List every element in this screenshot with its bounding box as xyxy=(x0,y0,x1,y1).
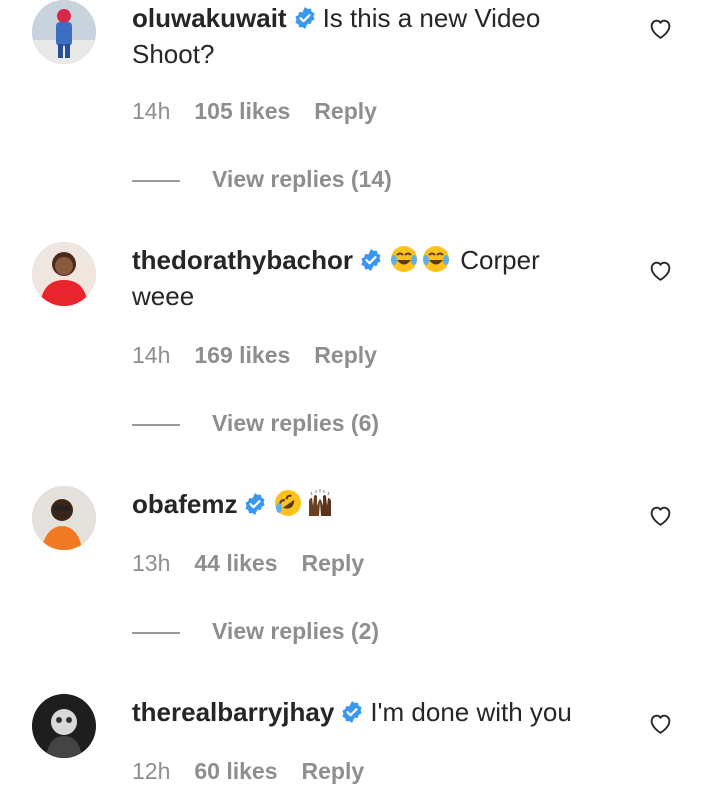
avatar[interactable] xyxy=(32,242,96,306)
username-link[interactable]: obafemz xyxy=(132,489,237,519)
comment-body: oluwakuwait Is this a new Video Shoot? xyxy=(132,0,602,72)
reply-button[interactable]: Reply xyxy=(302,550,365,576)
reply-button[interactable]: Reply xyxy=(314,342,377,368)
likes-count[interactable]: 60 likes xyxy=(194,758,277,784)
verified-badge-icon xyxy=(294,7,315,29)
view-replies-label: View replies (14) xyxy=(212,166,392,192)
heart-icon[interactable] xyxy=(648,503,673,528)
comment-text: I'm done with you xyxy=(370,697,572,727)
timestamp: 14h xyxy=(132,98,171,124)
heart-icon[interactable] xyxy=(648,711,673,736)
reply-button[interactable]: Reply xyxy=(302,758,365,784)
view-replies-button[interactable]: View replies (6) xyxy=(132,410,379,437)
comment-body: thedorathybachor Corper weee xyxy=(132,242,602,314)
comment-meta: 13h 44 likes Reply xyxy=(132,550,388,577)
divider-line xyxy=(132,179,180,182)
avatar[interactable] xyxy=(32,486,96,550)
comment-body: therealbarryjhay I'm done with you xyxy=(132,694,602,730)
divider-line xyxy=(132,423,180,426)
avatar[interactable] xyxy=(32,694,96,758)
likes-count[interactable]: 169 likes xyxy=(194,342,290,368)
username-link[interactable]: therealbarryjhay xyxy=(132,697,334,727)
tears-of-joy-emoji-icon xyxy=(391,246,418,272)
comment-meta: 14h 169 likes Reply xyxy=(132,342,401,369)
avatar[interactable] xyxy=(32,0,96,64)
comment-meta: 12h 60 likes Reply xyxy=(132,758,388,785)
tears-of-joy-emoji-icon xyxy=(423,246,450,272)
comment-body: obafemz xyxy=(132,486,602,522)
view-replies-label: View replies (2) xyxy=(212,618,380,644)
username-link[interactable]: thedorathybachor xyxy=(132,245,353,275)
comment-meta: 14h 105 likes Reply xyxy=(132,98,401,125)
username-link[interactable]: oluwakuwait xyxy=(132,3,287,33)
view-replies-label: View replies (6) xyxy=(212,410,380,436)
verified-badge-icon xyxy=(361,249,381,271)
verified-badge-icon xyxy=(342,701,362,723)
divider-line xyxy=(132,631,180,634)
reply-button[interactable]: Reply xyxy=(314,98,377,124)
timestamp: 12h xyxy=(132,758,171,784)
rolling-laughing-emoji-icon xyxy=(275,490,302,516)
likes-count[interactable]: 44 likes xyxy=(194,550,277,576)
verified-badge-icon xyxy=(245,493,266,515)
heart-icon[interactable] xyxy=(648,258,673,283)
timestamp: 13h xyxy=(132,550,171,576)
raising-hands-emoji-icon xyxy=(309,489,332,516)
heart-icon[interactable] xyxy=(648,16,673,41)
view-replies-button[interactable]: View replies (14) xyxy=(132,166,392,193)
timestamp: 14h xyxy=(132,342,171,368)
likes-count[interactable]: 105 likes xyxy=(194,98,290,124)
view-replies-button[interactable]: View replies (2) xyxy=(132,618,379,645)
